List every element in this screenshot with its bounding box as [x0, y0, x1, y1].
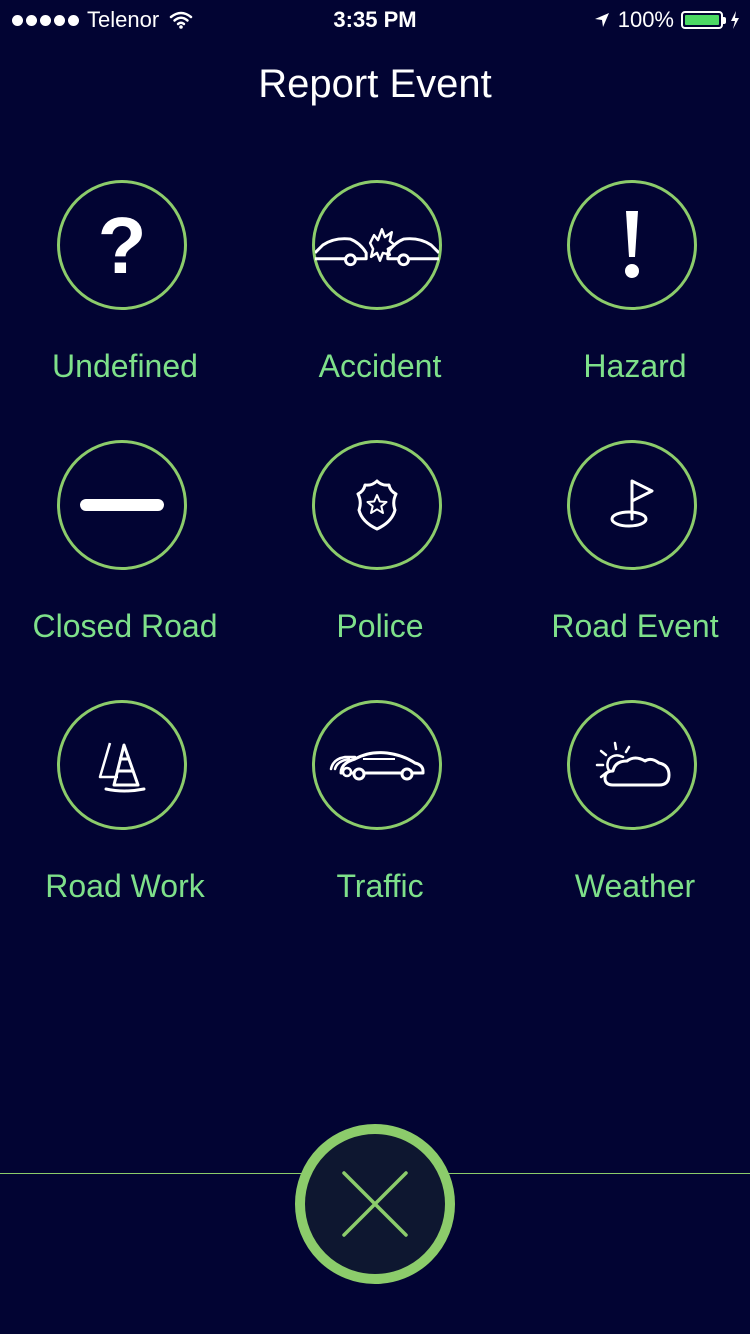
- exclamation-icon: [625, 211, 639, 278]
- battery-icon: [681, 11, 726, 29]
- flag-icon: [610, 479, 654, 528]
- event-road-work[interactable]: Road Work: [0, 700, 250, 940]
- event-police[interactable]: Police: [255, 440, 505, 680]
- event-accident[interactable]: Accident: [255, 180, 505, 420]
- event-undefined[interactable]: ? Undefined: [0, 180, 250, 420]
- svg-text:?: ?: [98, 205, 147, 285]
- event-road-work-button[interactable]: [57, 700, 187, 830]
- event-undefined-label[interactable]: Undefined: [0, 348, 250, 385]
- status-bar: Telenor 3:35 PM 100%: [0, 0, 750, 40]
- battery-percent: 100%: [617, 7, 674, 32]
- minus-icon: [80, 499, 164, 511]
- event-police-button[interactable]: [312, 440, 442, 570]
- event-accident-button[interactable]: [312, 180, 442, 310]
- event-weather-button[interactable]: [567, 700, 697, 830]
- event-accident-label[interactable]: Accident: [255, 348, 505, 385]
- charging-bolt-icon: [731, 11, 739, 29]
- sun-cloud-icon: [595, 741, 671, 787]
- car-crash-icon: [315, 228, 439, 267]
- question-icon: ?: [98, 205, 147, 285]
- event-undefined-button[interactable]: ?: [57, 180, 187, 310]
- event-hazard[interactable]: Hazard: [510, 180, 750, 420]
- close-button[interactable]: [295, 1124, 455, 1284]
- event-hazard-button[interactable]: [567, 180, 697, 310]
- event-weather-label[interactable]: Weather: [510, 868, 750, 905]
- event-police-label[interactable]: Police: [255, 608, 505, 645]
- event-traffic[interactable]: Traffic: [255, 700, 505, 940]
- event-closed-road-label[interactable]: Closed Road: [0, 608, 250, 645]
- event-traffic-label[interactable]: Traffic: [255, 868, 505, 905]
- close-icon: [342, 1171, 408, 1237]
- status-right: 100%: [593, 7, 740, 33]
- event-hazard-label[interactable]: Hazard: [510, 348, 750, 385]
- event-weather[interactable]: Weather: [510, 700, 750, 940]
- event-closed-road-button[interactable]: [57, 440, 187, 570]
- event-road-event-label[interactable]: Road Event: [510, 608, 750, 645]
- event-road-work-label[interactable]: Road Work: [0, 868, 250, 905]
- police-badge-icon: [356, 479, 398, 531]
- event-road-event-button[interactable]: [567, 440, 697, 570]
- event-road-event[interactable]: Road Event: [510, 440, 750, 680]
- event-closed-road[interactable]: Closed Road: [0, 440, 250, 680]
- location-arrow-icon: [594, 13, 609, 27]
- page-title: Report Event: [258, 62, 492, 106]
- cars-icon: [329, 751, 425, 781]
- traffic-cone-icon: [98, 742, 146, 793]
- event-traffic-button[interactable]: [312, 700, 442, 830]
